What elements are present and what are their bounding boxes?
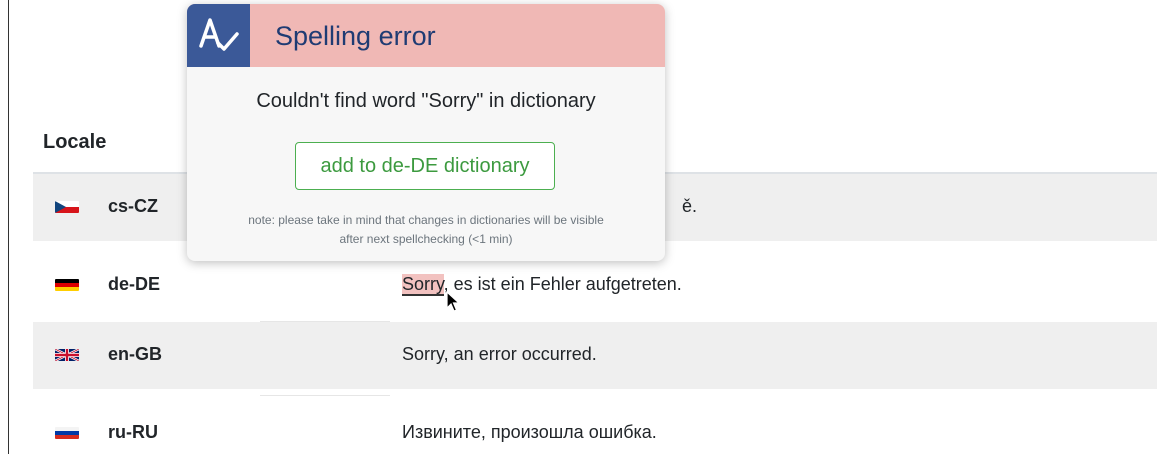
spellcheck-icon bbox=[187, 4, 250, 67]
locale-code: en-GB bbox=[108, 344, 162, 364]
table-row: de-DE Sorry, es ist ein Fehler aufgetret… bbox=[33, 252, 1157, 319]
table-row: en-GB Sorry, an error occurred. bbox=[33, 322, 1157, 389]
locale-code: ru-RU bbox=[108, 422, 158, 442]
row-divider bbox=[260, 395, 390, 396]
locale-code: de-DE bbox=[108, 274, 161, 294]
mouse-cursor-icon bbox=[446, 291, 460, 312]
russian-flag-icon bbox=[55, 427, 79, 439]
left-border bbox=[8, 0, 9, 454]
add-to-dictionary-button[interactable]: add to de-DE dictionary bbox=[295, 142, 555, 190]
popup-note-line: after next spellchecking (<1 min) bbox=[339, 232, 513, 246]
misspelled-word[interactable]: Sorry bbox=[402, 274, 444, 296]
translation-text[interactable]: ě. bbox=[682, 196, 697, 217]
translation-text[interactable]: Sorry, es ist ein Fehler aufgetreten. bbox=[402, 274, 682, 296]
table-row: ru-RU Извините, произошла ошибка. bbox=[33, 400, 1157, 454]
uk-flag-icon bbox=[55, 349, 79, 361]
locale-column-header: Locale bbox=[43, 131, 107, 153]
translation-text[interactable]: Sorry, an error occurred. bbox=[402, 344, 597, 365]
translation-text[interactable]: Извините, произошла ошибка. bbox=[402, 422, 657, 443]
page: Locale cs-CZ ě. de-DE Sorry, es ist ein … bbox=[0, 0, 1157, 454]
locale-code: cs-CZ bbox=[108, 196, 159, 216]
german-flag-icon bbox=[55, 279, 79, 291]
translation-text-rest: , es ist ein Fehler aufgetreten. bbox=[443, 274, 682, 294]
popup-message: Couldn't find word "Sorry" in dictionary bbox=[256, 90, 596, 112]
popup-note-line: note: please take in mind that changes i… bbox=[248, 213, 604, 227]
popup-note: note: please take in mind that changes i… bbox=[187, 211, 665, 249]
czech-flag-icon bbox=[55, 201, 79, 213]
popup-header: Spelling error bbox=[187, 4, 665, 67]
popup-title: Spelling error bbox=[275, 21, 436, 51]
spelling-error-popup: Spelling error Couldn't find word "Sorry… bbox=[187, 4, 665, 261]
